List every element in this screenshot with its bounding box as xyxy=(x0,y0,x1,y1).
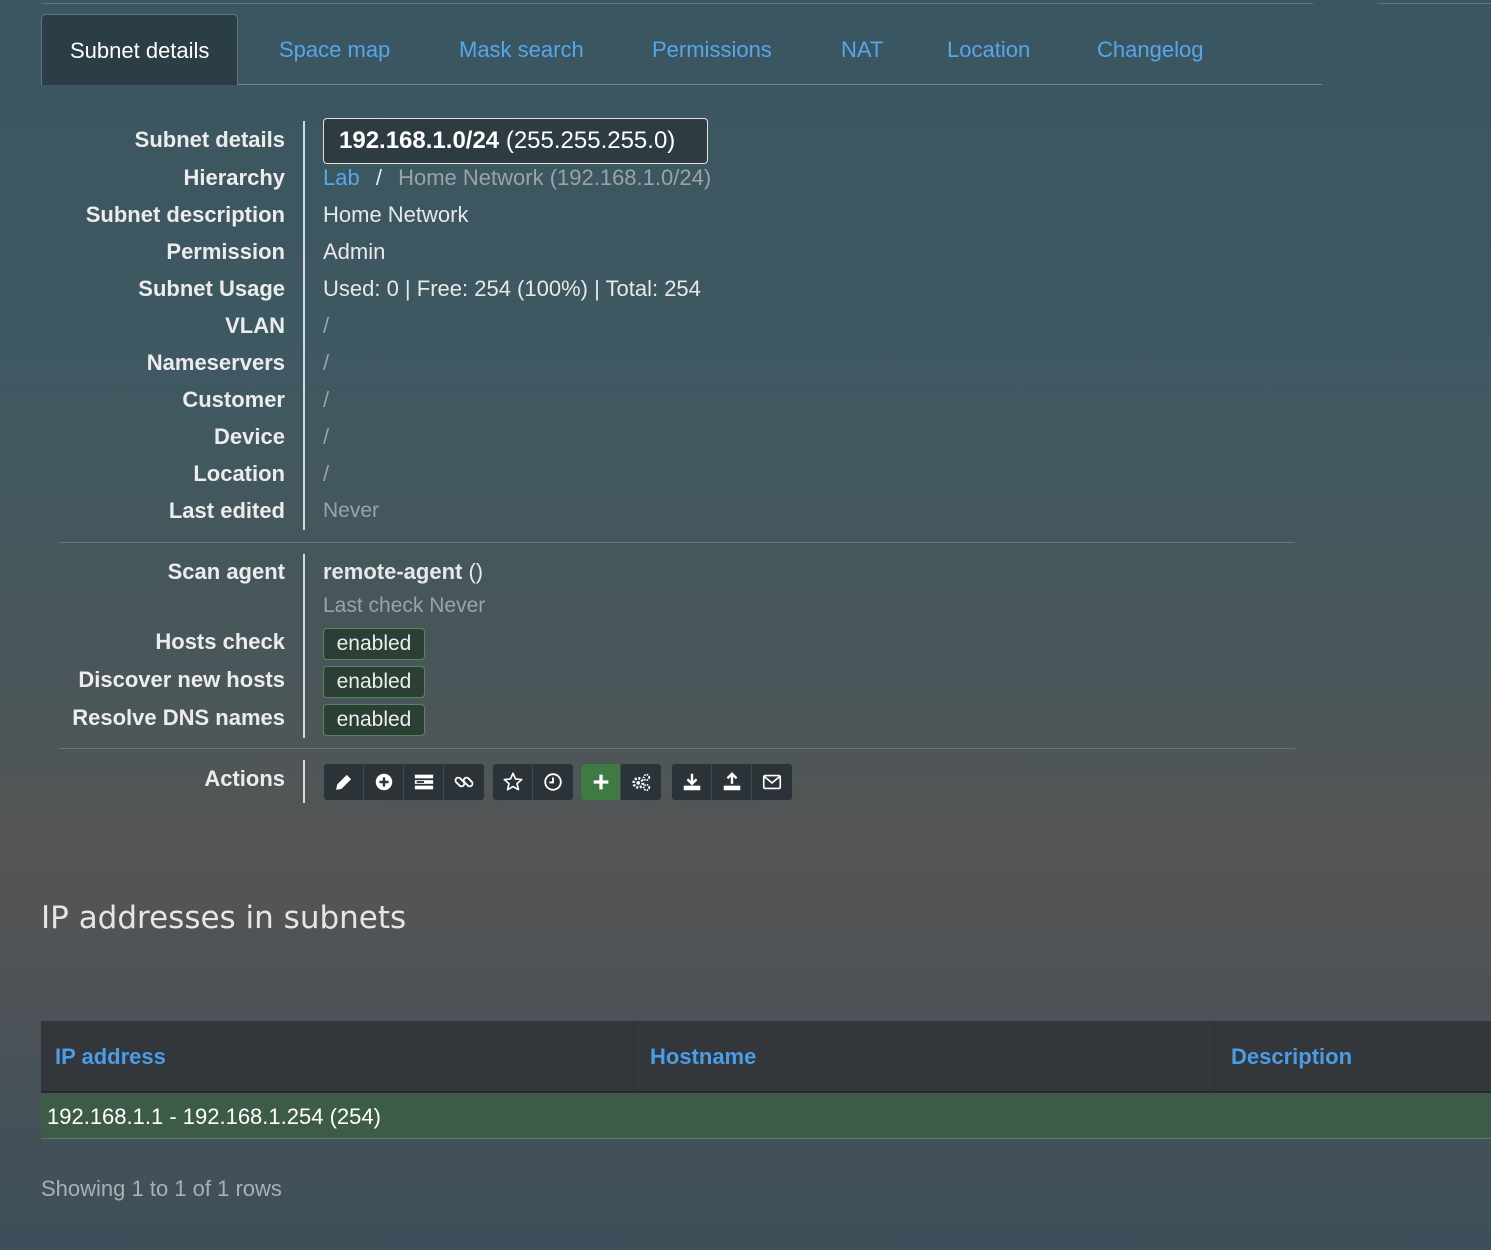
device-label: Device xyxy=(214,424,285,449)
scan-agent-name: remote-agent xyxy=(323,559,463,584)
hierarchy-current: Home Network (192.168.1.0/24) xyxy=(398,165,712,190)
star-icon xyxy=(502,772,523,791)
permission-value: Admin xyxy=(323,239,386,264)
vlan-label: VLAN xyxy=(225,313,285,338)
server-icon xyxy=(414,774,433,790)
usage-value: Used: 0 | Free: 254 (100%) | Total: 254 xyxy=(323,276,701,301)
plus-circle-icon xyxy=(375,773,392,791)
history-button[interactable] xyxy=(533,764,573,800)
download-icon xyxy=(683,773,700,791)
edit-button-group xyxy=(323,763,485,801)
last-edited-value: Never xyxy=(323,499,380,522)
pencil-icon xyxy=(335,774,351,790)
scan-agent-value: remote-agent () xyxy=(323,559,483,585)
ip-table-header: IP address Hostname Description xyxy=(41,1021,1491,1093)
details-separator xyxy=(303,121,305,530)
pagination-info: Showing 1 to 1 of 1 rows xyxy=(41,1176,282,1201)
scan-separator xyxy=(303,554,305,738)
discover-hosts-label: Discover new hosts xyxy=(78,667,285,692)
description-label: Subnet description xyxy=(85,202,285,227)
location-value: / xyxy=(323,461,330,486)
description-value: Home Network xyxy=(323,202,469,227)
mail-button[interactable] xyxy=(752,764,792,800)
actions-label: Actions xyxy=(204,766,285,791)
tab-changelog[interactable]: Changelog xyxy=(1097,14,1203,85)
last-edited-label: Last edited xyxy=(168,498,285,523)
customer-label: Customer xyxy=(182,387,285,412)
hierarchy-root-link[interactable]: Lab xyxy=(323,165,360,190)
export-button-group xyxy=(671,763,793,801)
cogs-icon xyxy=(632,773,651,792)
section-divider xyxy=(59,542,1295,543)
ip-section-title: IP addresses in subnets xyxy=(41,899,407,936)
location-label: Location xyxy=(193,461,285,486)
link-subnet-button[interactable] xyxy=(444,764,484,800)
favourite-button[interactable] xyxy=(493,764,533,800)
top-divider-right xyxy=(1377,3,1491,4)
column-divider xyxy=(633,1021,634,1093)
device-value: / xyxy=(323,424,330,449)
column-hostname[interactable]: Hostname xyxy=(650,1021,756,1093)
subnet-cidr: 192.168.1.0/24 xyxy=(339,127,500,154)
scan-button-group xyxy=(580,763,662,801)
scan-agent-suffix: () xyxy=(462,559,484,584)
upload-icon xyxy=(723,772,740,791)
scan-add-button[interactable] xyxy=(581,764,621,800)
column-description[interactable]: Description xyxy=(1231,1021,1352,1093)
table-row[interactable]: 192.168.1.1 - 192.168.1.254 (254) xyxy=(41,1095,1491,1139)
free-range-cell: 192.168.1.1 - 192.168.1.254 (254) xyxy=(47,1104,381,1129)
hierarchy-label: Hierarchy xyxy=(183,165,285,190)
resolve-dns-badge: enabled xyxy=(323,704,425,736)
customer-value: / xyxy=(323,387,330,412)
scan-last-check: Last check Never xyxy=(323,594,486,617)
nameservers-value: / xyxy=(323,350,330,375)
subnet-details-label: Subnet details xyxy=(134,127,285,152)
vlan-value: / xyxy=(323,313,330,338)
column-ip-address[interactable]: IP address xyxy=(55,1021,166,1093)
subnet-mask: (255.255.255.0) xyxy=(499,127,676,154)
column-divider xyxy=(1214,1021,1215,1093)
scan-settings-button[interactable] xyxy=(621,764,661,800)
resolve-dns-label: Resolve DNS names xyxy=(72,705,285,730)
nameservers-label: Nameservers xyxy=(146,350,285,375)
edit-subnet-button[interactable] xyxy=(324,764,364,800)
envelope-icon xyxy=(762,774,782,790)
link-icon xyxy=(454,776,474,788)
clock-icon xyxy=(544,773,562,791)
hosts-check-label: Hosts check xyxy=(155,629,285,654)
actions-divider xyxy=(59,748,1295,749)
tab-mask-search[interactable]: Mask search xyxy=(459,14,584,85)
tab-subnet-details[interactable]: Subnet details xyxy=(41,14,239,85)
tab-space-map[interactable]: Space map xyxy=(279,14,390,85)
subnet-cidr-box: 192.168.1.0/24 (255.255.255.0) xyxy=(323,118,708,164)
split-subnet-button[interactable] xyxy=(404,764,444,800)
top-divider xyxy=(41,3,1313,4)
subnet-tabs: Subnet details Space map Mask search Per… xyxy=(41,14,1322,85)
export-button[interactable] xyxy=(672,764,712,800)
tab-permissions[interactable]: Permissions xyxy=(652,14,772,85)
tab-nat[interactable]: NAT xyxy=(841,14,883,85)
import-button[interactable] xyxy=(712,764,752,800)
hosts-check-badge: enabled xyxy=(323,628,425,660)
usage-label: Subnet Usage xyxy=(138,276,285,301)
plus-icon xyxy=(593,774,608,790)
hierarchy-breadcrumb: Lab / Home Network (192.168.1.0/24) xyxy=(323,165,711,191)
discover-hosts-badge: enabled xyxy=(323,666,425,698)
favourite-button-group xyxy=(492,763,574,801)
scan-agent-label: Scan agent xyxy=(167,559,285,584)
add-ip-button[interactable] xyxy=(364,764,404,800)
hierarchy-separator: / xyxy=(375,165,382,190)
permission-label: Permission xyxy=(166,239,285,264)
actions-separator xyxy=(303,760,305,803)
tab-location[interactable]: Location xyxy=(947,14,1030,85)
